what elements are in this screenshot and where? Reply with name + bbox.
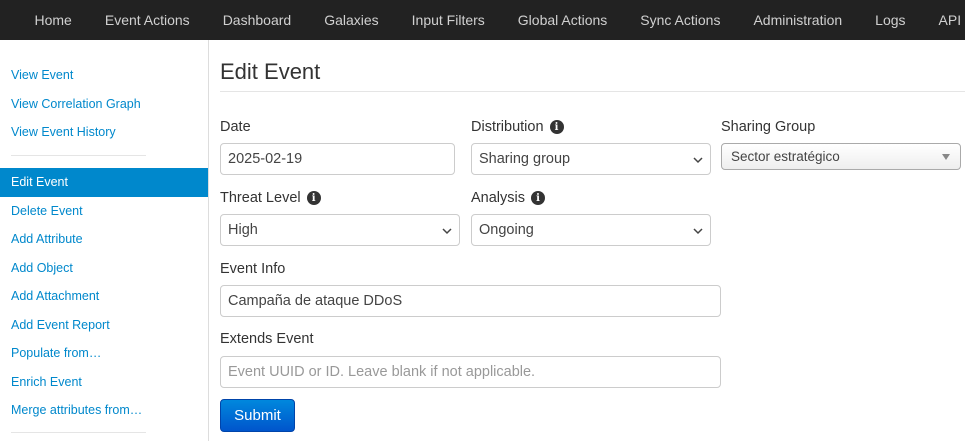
sidebar-item-add-attribute[interactable]: Add Attribute	[0, 225, 208, 254]
threat-level-select[interactable]: High	[220, 214, 460, 246]
sidebar-item-merge-attributes[interactable]: Merge attributes from…	[0, 396, 208, 425]
sidebar-divider	[11, 155, 146, 156]
sidebar-item-populate-from[interactable]: Populate from…	[0, 339, 208, 368]
nav-global-actions[interactable]: Global Actions	[501, 12, 624, 28]
threat-level-label: Threat Level i	[220, 190, 321, 206]
nav-input-filters[interactable]: Input Filters	[395, 12, 501, 28]
nav-sync-actions[interactable]: Sync Actions	[624, 12, 737, 28]
sidebar-view-group: View Event View Correlation Graph View E…	[0, 61, 208, 147]
page-title: Edit Event	[220, 59, 321, 84]
extends-event-input[interactable]: Event UUID or ID. Leave blank if not app…	[220, 356, 721, 388]
top-navbar: Home Event Actions Dashboard Galaxies In…	[0, 0, 965, 40]
sharing-group-select[interactable]: Sector estratégico	[721, 143, 961, 170]
sidebar-edit-group: Edit Event Delete Event Add Attribute Ad…	[0, 168, 208, 425]
nav-api[interactable]: API	[922, 12, 965, 28]
sidebar-divider	[11, 432, 146, 433]
submit-button[interactable]: Submit	[220, 399, 295, 432]
sidebar: View Event View Correlation Graph View E…	[0, 40, 209, 441]
dropdown-arrow-icon	[942, 154, 950, 160]
sidebar-item-enrich-event[interactable]: Enrich Event	[0, 368, 208, 397]
title-divider	[220, 91, 965, 92]
sharing-group-label: Sharing Group	[721, 119, 816, 135]
nav-dashboard[interactable]: Dashboard	[206, 12, 308, 28]
sidebar-item-add-attachment[interactable]: Add Attachment	[0, 282, 208, 311]
distribution-select[interactable]: Sharing group	[471, 143, 711, 175]
chevron-down-icon	[693, 228, 703, 235]
chevron-down-icon	[442, 228, 452, 235]
sidebar-item-add-event-report[interactable]: Add Event Report	[0, 311, 208, 340]
date-input[interactable]: 2025-02-19	[220, 143, 455, 175]
nav-administration[interactable]: Administration	[737, 12, 859, 28]
sidebar-item-view-correlation-graph[interactable]: View Correlation Graph	[0, 90, 208, 119]
info-circle-icon[interactable]: i	[549, 120, 564, 134]
sidebar-item-add-object[interactable]: Add Object	[0, 254, 208, 283]
edit-event-form: Edit Event Date 2025-02-19 Distribution …	[220, 40, 965, 441]
analysis-label: Analysis i	[471, 190, 545, 206]
event-info-label: Event Info	[220, 261, 286, 277]
nav-galaxies[interactable]: Galaxies	[308, 12, 395, 28]
nav-logs[interactable]: Logs	[859, 12, 922, 28]
sidebar-item-view-event[interactable]: View Event	[0, 61, 208, 90]
nav-event-actions[interactable]: Event Actions	[88, 12, 206, 28]
sidebar-item-edit-event[interactable]: Edit Event	[0, 168, 208, 197]
sidebar-item-delete-event[interactable]: Delete Event	[0, 197, 208, 226]
extends-event-label: Extends Event	[220, 331, 314, 347]
nav-home[interactable]: Home	[18, 12, 88, 28]
info-circle-icon[interactable]: i	[306, 191, 321, 205]
sidebar-item-view-event-history[interactable]: View Event History	[0, 118, 208, 147]
analysis-select[interactable]: Ongoing	[471, 214, 711, 246]
distribution-label: Distribution i	[471, 119, 564, 135]
info-circle-icon[interactable]: i	[531, 191, 545, 205]
event-info-input[interactable]: Campaña de ataque DDoS	[220, 285, 721, 317]
chevron-down-icon	[693, 157, 703, 164]
date-label: Date	[220, 119, 251, 135]
